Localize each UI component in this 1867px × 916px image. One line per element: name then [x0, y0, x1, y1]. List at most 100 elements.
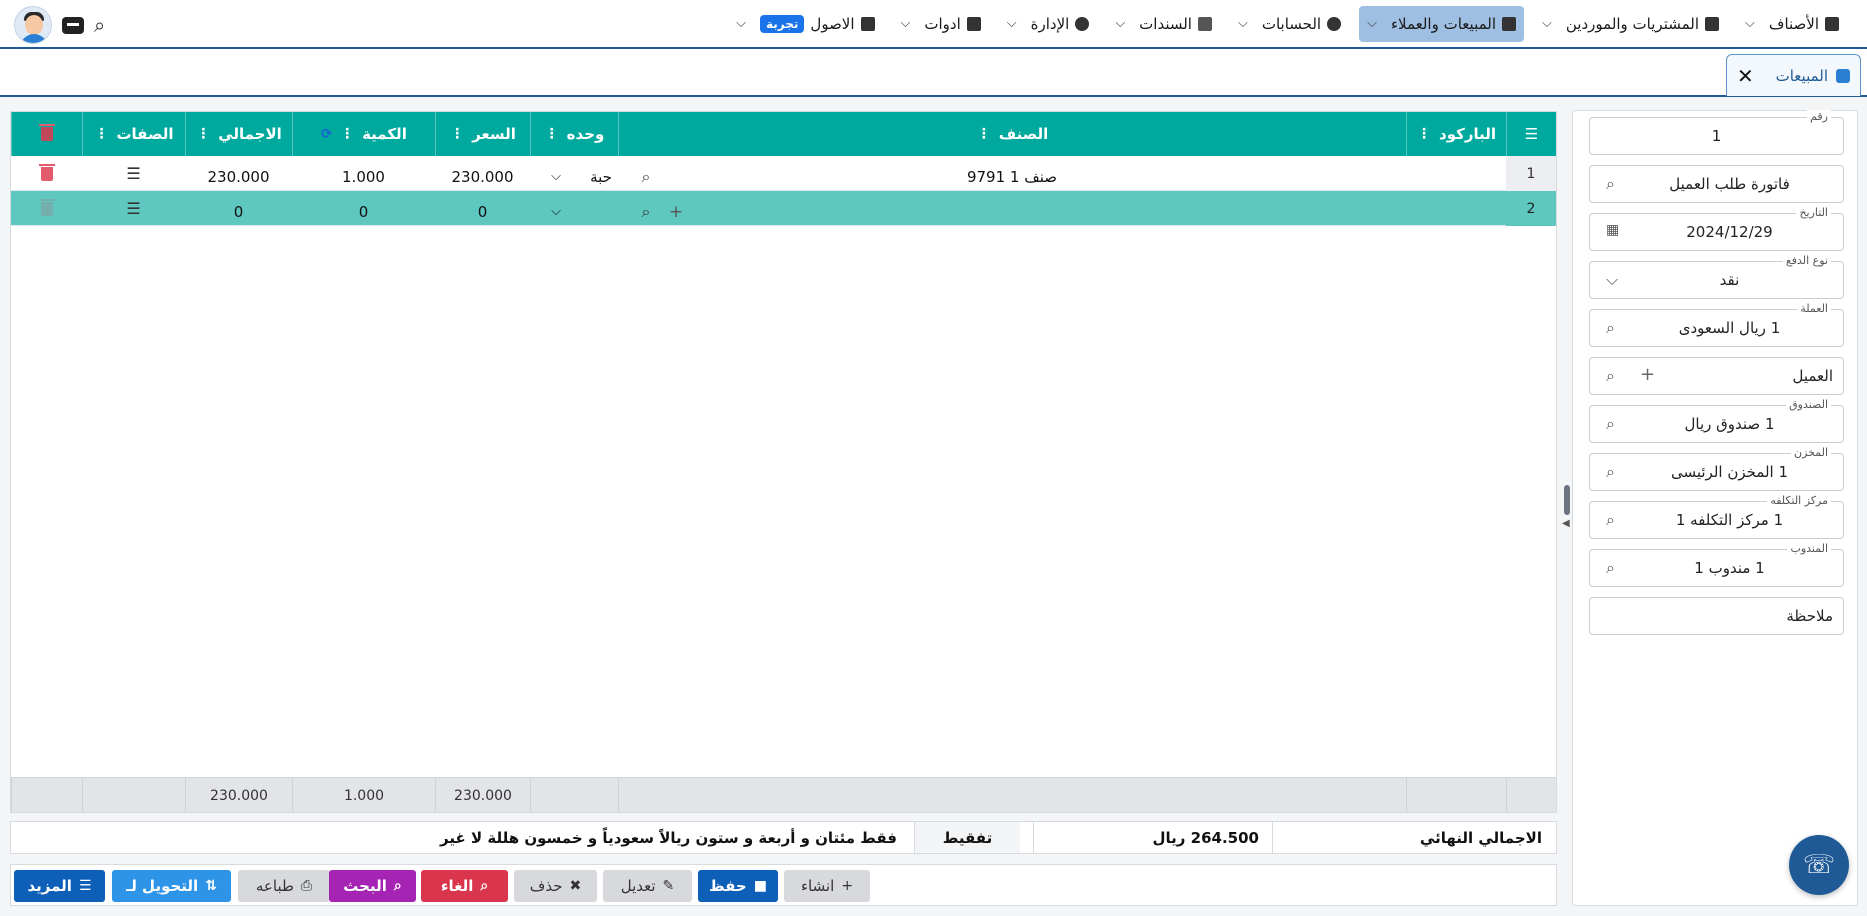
search-icon[interactable]: ⌕ — [1606, 366, 1615, 386]
button-label: حفظ — [709, 877, 747, 895]
cancel-button[interactable]: ⌕ الغاء — [421, 870, 508, 902]
search-button[interactable]: ⌕ البحث — [329, 870, 416, 902]
avatar[interactable] — [14, 6, 52, 44]
column-menu-icon[interactable]: ⋮ — [450, 126, 464, 142]
delete-row-icon[interactable] — [11, 156, 82, 191]
add-icon[interactable]: + — [661, 194, 691, 229]
column-menu-icon[interactable]: ⋮ — [977, 126, 991, 142]
panel-splitter[interactable] — [1564, 485, 1570, 515]
nav-item-tools[interactable]: ادوات ⌵ — [893, 6, 989, 42]
barcode-cell[interactable] — [1406, 156, 1506, 191]
support-chat-button[interactable]: ☏ — [1789, 835, 1849, 895]
cost-center-field[interactable]: مركز التكلفه ⌕ 1 مركز التكلفه 1 — [1589, 494, 1844, 539]
cashbox-field[interactable]: الصندوق ⌕ 1 صندوق ريال — [1589, 398, 1844, 443]
column-actions[interactable]: الصفات ⋮ — [82, 112, 185, 156]
search-icon[interactable]: ⌕ — [1606, 414, 1615, 434]
button-label: المزيد — [27, 877, 72, 895]
button-label: طباعه — [255, 877, 294, 895]
column-menu-icon[interactable]: ⋮ — [1417, 126, 1431, 142]
column-unit[interactable]: وحده ⋮ — [530, 112, 618, 156]
nav-item-sales[interactable]: المبيعات والعملاء ⌵ — [1359, 5, 1525, 42]
search-icon[interactable]: ⌕ — [631, 194, 661, 229]
column-qty[interactable]: الكمية ⋮ ⟳ — [292, 112, 435, 156]
calendar-icon[interactable]: ▦ — [1606, 222, 1619, 238]
field-label: نوع الدفع — [1782, 254, 1831, 268]
warehouse-field[interactable]: المخزن ⌕ 1 المخزن الرئيسى — [1589, 446, 1844, 491]
delete-button[interactable]: ✖ حذف — [514, 870, 597, 902]
item-cell[interactable] — [618, 191, 1406, 226]
footer-total-sum: 230.000 — [185, 778, 292, 813]
nav-item-items[interactable]: الأصناف ⌵ — [1737, 6, 1847, 42]
barcode-cell[interactable] — [1406, 191, 1506, 226]
nav-item-vouchers[interactable]: السندات ⌵ — [1107, 6, 1220, 42]
refresh-icon[interactable]: ⟳ — [321, 127, 332, 142]
currency-field[interactable]: العملة ⌕ 1 ريال السعودى — [1589, 302, 1844, 347]
chat-icon[interactable] — [62, 16, 84, 34]
item-cell[interactable]: 9791 صنف 1 — [618, 159, 1406, 194]
button-label: الغاء — [440, 877, 474, 895]
close-icon[interactable]: ✕ — [1737, 64, 1754, 88]
row-menu-icon[interactable]: ☰ — [82, 191, 185, 226]
chevron-left-icon[interactable]: ◀ — [1562, 518, 1570, 529]
unit-cell[interactable]: حبة — [581, 159, 621, 194]
search-icon[interactable]: ⌕ — [1606, 558, 1615, 578]
create-button[interactable]: + انشاء — [784, 870, 870, 902]
payment-type-select[interactable]: نوع الدفع ⌵ نقد — [1589, 254, 1844, 299]
column-menu-icon[interactable]: ⋮ — [340, 126, 354, 142]
column-menu-icon[interactable]: ⋮ — [545, 126, 559, 142]
note-field[interactable]: ملاحظة — [1589, 597, 1844, 635]
column-total[interactable]: الاجمالي ⋮ — [185, 112, 292, 156]
print-button[interactable]: ⎙ طباعه — [238, 870, 330, 902]
footer-cell — [1406, 778, 1506, 813]
tafqit-label: تفقيط — [915, 822, 1020, 853]
search-icon[interactable]: ⌕ — [1606, 318, 1615, 338]
sales-rep-field[interactable]: المندوب ⌕ 1 مندوب 1 — [1589, 542, 1844, 587]
table-row[interactable]: 1 9791 صنف 1 ⌕ حبة ⌵ 230.000 1.000 230.0… — [11, 156, 1556, 191]
delete-all-icon[interactable] — [11, 112, 82, 156]
select-all-icon[interactable]: ☰ — [1506, 112, 1556, 156]
grand-total-label: الاجمالي النهائي — [1419, 828, 1542, 847]
footer-cell — [618, 778, 1406, 813]
nav-item-accounts[interactable]: الحسابات ⌵ — [1230, 6, 1349, 42]
customer-field[interactable]: ⌕ + العميل — [1589, 357, 1844, 395]
nav-item-label: الحسابات — [1261, 14, 1322, 33]
row-menu-icon[interactable]: ☰ — [82, 156, 185, 191]
qty-cell[interactable]: 1.000 — [292, 159, 435, 194]
convert-button[interactable]: ⇅ التحويل لـ — [112, 870, 231, 902]
field-label: رقم — [1807, 110, 1831, 124]
nav-item-assets[interactable]: الاصول تجربة ⌵ — [728, 6, 882, 42]
search-icon[interactable]: ⌕ — [1606, 462, 1615, 482]
doc-type-field[interactable]: ⌕ فاتورة طلب العميل — [1589, 165, 1844, 203]
tools-icon — [966, 16, 981, 31]
unit-cell[interactable] — [581, 191, 621, 226]
column-barcode[interactable]: الباركود ⋮ — [1406, 112, 1506, 156]
price-cell[interactable]: 230.000 — [435, 159, 530, 194]
column-price[interactable]: السعر ⋮ — [435, 112, 530, 156]
search-icon[interactable]: ⌕ — [1606, 174, 1615, 194]
nav-item-purchases[interactable]: المشتريات والموردين ⌵ — [1534, 6, 1727, 42]
nav-item-admin[interactable]: الإدارة ⌵ — [999, 6, 1098, 42]
chevron-down-icon[interactable]: ⌵ — [1606, 270, 1618, 290]
button-label: حذف — [529, 877, 563, 895]
search-icon[interactable]: ⌕ — [1606, 510, 1615, 530]
search-icon[interactable]: ⌕ — [94, 13, 105, 37]
qty-cell[interactable]: 0 — [292, 194, 435, 229]
register-icon — [1836, 68, 1850, 83]
chevron-down-icon[interactable]: ⌵ — [541, 159, 571, 194]
chevron-down-icon[interactable]: ⌵ — [541, 194, 571, 229]
column-item[interactable]: الصنف ⋮ — [618, 112, 1406, 156]
table-row[interactable]: 2 + ⌕ ⌵ 0 0 0 ☰ — [11, 191, 1556, 226]
date-field[interactable]: التاريخ ▦ 2024/12/29 — [1589, 206, 1844, 251]
search-icon[interactable]: ⌕ — [631, 159, 661, 194]
number-field[interactable]: رقم 1 — [1589, 110, 1844, 155]
field-value: 1 المخزن الرئيسى — [1670, 463, 1789, 481]
tab-bar: المبيعات ✕ — [0, 49, 1867, 97]
more-button[interactable]: ☰ المزيد — [14, 870, 105, 902]
edit-button[interactable]: ✎ تعديل — [603, 870, 692, 902]
tab-sales[interactable]: المبيعات ✕ — [1726, 54, 1861, 96]
delete-row-icon[interactable] — [11, 191, 82, 226]
price-cell[interactable]: 0 — [435, 194, 530, 229]
column-menu-icon[interactable]: ⋮ — [196, 126, 210, 142]
column-menu-icon[interactable]: ⋮ — [94, 126, 108, 142]
save-button[interactable]: ■ حفظ — [698, 870, 778, 902]
